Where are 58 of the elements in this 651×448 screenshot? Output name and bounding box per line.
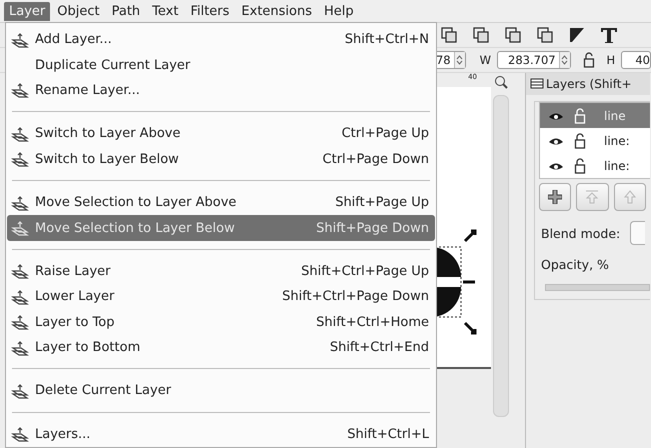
layer-stack-icon (11, 220, 29, 236)
layer-stack-icon (11, 194, 29, 211)
menu-item[interactable]: Layers... Shift+Ctrl+L (7, 422, 435, 447)
arrow-up-icon (622, 190, 637, 204)
menu-item[interactable]: Layer to Bottom Shift+Ctrl+End (7, 334, 435, 360)
layer-stack-icon (11, 82, 29, 98)
spin-arrows-icon[interactable] (456, 54, 464, 66)
toolbar-icon[interactable] (440, 26, 458, 44)
layer-stack-icon (11, 340, 29, 356)
arrow-up-icon (585, 190, 600, 204)
h-label: H (606, 53, 616, 67)
layer-row[interactable]: line (540, 103, 650, 128)
layer-stack-icon (11, 126, 29, 142)
menu-item[interactable]: Add Layer... Shift+Ctrl+N (7, 27, 435, 52)
toolbar-icon[interactable] (504, 26, 522, 44)
menu-item[interactable]: Switch to Layer Above Ctrl+Page Up (7, 121, 435, 147)
menu-item[interactable]: Delete Current Layer (7, 378, 435, 404)
width-field[interactable]: 283.707 (497, 51, 571, 69)
menu-item[interactable]: Layer to Top Shift+Ctrl+Home (7, 309, 435, 335)
menu-title[interactable]: Extensions (236, 2, 318, 20)
layer-stack-icon (11, 288, 29, 305)
opacity-label: Opacity, % (541, 257, 609, 272)
vertical-scrollbar[interactable] (493, 95, 509, 417)
toolbar-icon[interactable] (472, 26, 490, 44)
text-tool-icon[interactable] (600, 26, 618, 44)
layer-stack-icon (11, 382, 29, 399)
layer-stack-icon (11, 32, 29, 48)
menu-title[interactable]: Text (147, 2, 184, 20)
plus-icon (548, 190, 562, 204)
lock-icon[interactable] (574, 158, 586, 174)
spin-arrows-icon[interactable] (561, 54, 568, 66)
menu-title[interactable]: Layer (4, 2, 50, 20)
layer-stack-icon (11, 426, 29, 442)
pen-tool-icon[interactable] (568, 26, 586, 44)
panel-title-text: Layers (Shift+ (546, 77, 632, 91)
menu-item[interactable]: Rename Layer... (7, 78, 435, 104)
menu-title[interactable]: Path (106, 2, 146, 20)
layers-icon (530, 78, 544, 90)
zoom-icon[interactable] (494, 75, 508, 89)
lock-icon[interactable] (574, 132, 586, 148)
lock-icon[interactable] (582, 52, 594, 68)
layer-stack-icon (11, 314, 29, 330)
menu-item[interactable]: Move Selection to Layer Above Shift+Page Up (7, 190, 435, 216)
add-layer-button[interactable] (539, 183, 572, 211)
menu-item[interactable]: Lower Layer Shift+Ctrl+Page Down (7, 284, 435, 310)
menu-item[interactable]: Raise Layer Shift+Ctrl+Page Up (7, 258, 435, 284)
height-field[interactable]: 40 (621, 51, 651, 69)
menu-title[interactable]: Object (52, 2, 105, 20)
layer-stack-icon (11, 151, 29, 168)
menu-item[interactable]: Move Selection to Layer Below Shift+Page Down (7, 215, 435, 241)
menu-title[interactable]: Filters (185, 2, 234, 20)
layer-stack-icon (11, 263, 29, 280)
menu-item[interactable]: Switch to Layer Below Ctrl+Page Down (7, 146, 435, 172)
w-label: W (480, 53, 491, 67)
menu-item[interactable]: Duplicate Current Layer (7, 52, 435, 78)
blend-mode-label: Blend mode: (541, 226, 620, 240)
toolbar-icon[interactable] (536, 26, 554, 44)
menu-title[interactable]: Help (319, 2, 359, 20)
